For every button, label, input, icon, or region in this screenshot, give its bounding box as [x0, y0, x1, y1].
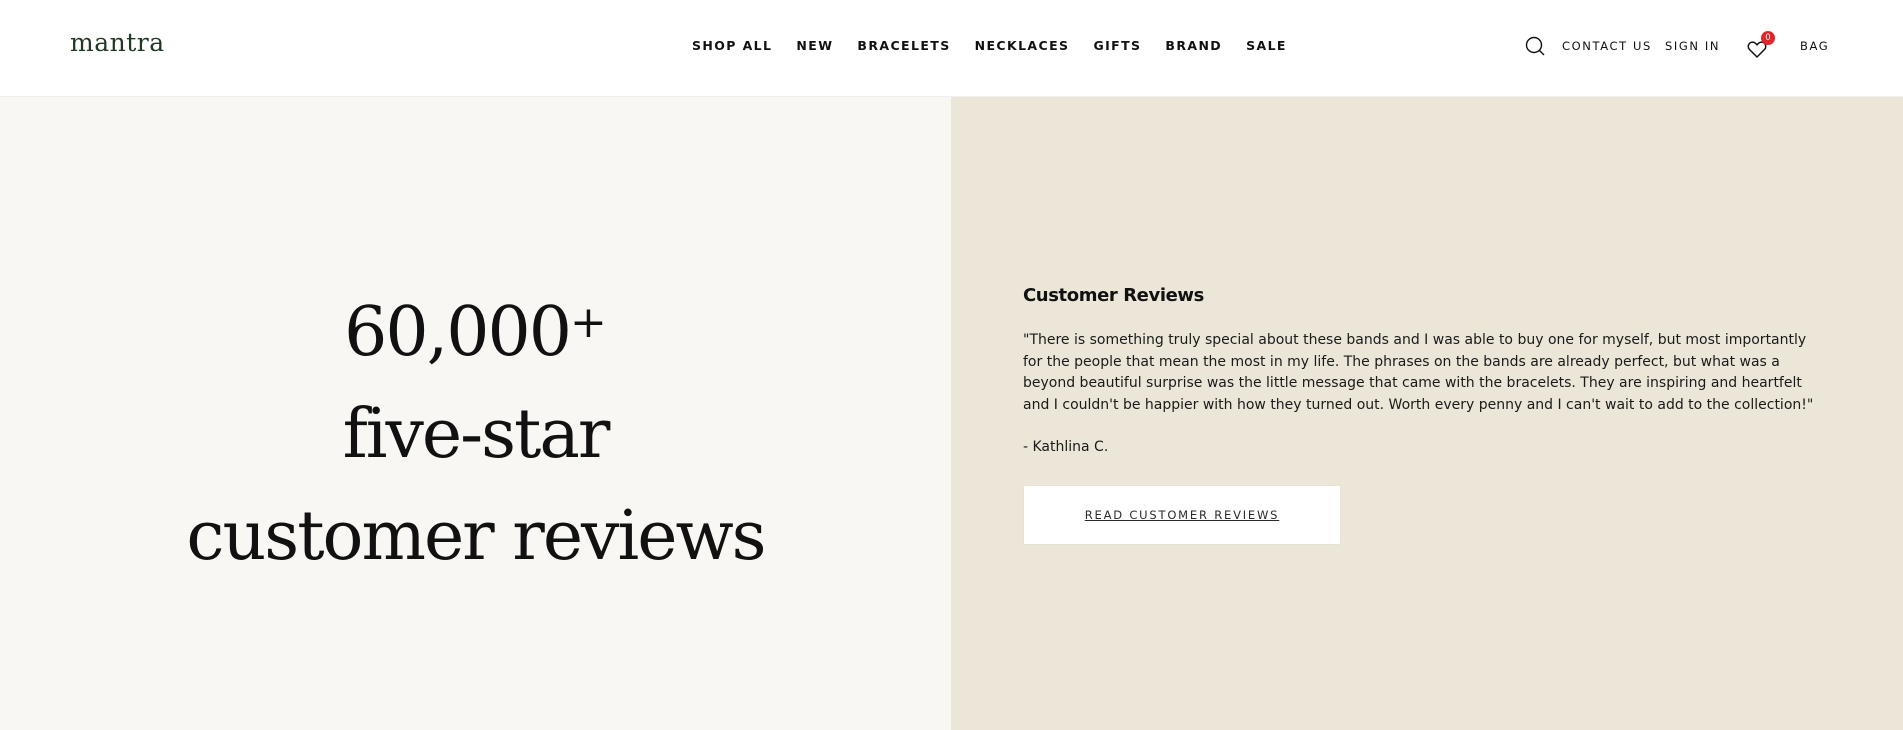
contact-us-link[interactable]: CONTACT US — [1562, 39, 1652, 53]
hero-line-reviews: customer reviews — [186, 497, 766, 576]
review-author: - Kathlina C. — [1023, 439, 1109, 455]
hero-headline: 60,000+ five-star customer reviews — [0, 272, 951, 588]
customer-review-panel: Customer Reviews "There is something tru… — [951, 97, 1903, 730]
nav-new[interactable]: NEW — [796, 38, 833, 53]
brand-logo[interactable]: mantra — [70, 28, 165, 57]
nav-necklaces[interactable]: NECKLACES — [975, 38, 1070, 53]
nav-bracelets[interactable]: BRACELETS — [857, 38, 950, 53]
hero-line-count: 60,000+ — [0, 272, 951, 384]
hero-count: 60,000 — [344, 293, 572, 372]
nav-sale[interactable]: SALE — [1246, 38, 1287, 53]
review-quote: "There is something truly special about … — [1023, 332, 1814, 413]
hero-count-plus: + — [570, 297, 607, 348]
wishlist-count-badge: 0 — [1761, 31, 1775, 45]
wishlist-button[interactable]: 0 — [1745, 31, 1775, 59]
search-icon[interactable] — [1523, 34, 1547, 58]
hero-line-rating: five-star — [342, 395, 611, 474]
bag-link[interactable]: BAG — [1800, 39, 1829, 53]
nav-brand[interactable]: BRAND — [1165, 38, 1222, 53]
read-reviews-button[interactable]: READ CUSTOMER REVIEWS — [1023, 485, 1341, 545]
sign-in-link[interactable]: SIGN IN — [1665, 39, 1720, 53]
reviews-hero-panel: 60,000+ five-star customer reviews — [0, 97, 951, 730]
nav-gifts[interactable]: GIFTS — [1093, 38, 1141, 53]
reviews-title: Customer Reviews — [1023, 285, 1204, 306]
utility-nav: CONTACT US SIGN IN 0 BAG — [1383, 31, 1903, 59]
site-header: mantra SHOP ALL NEW BRACELETS NECKLACES … — [0, 0, 1903, 97]
main-nav: SHOP ALL NEW BRACELETS NECKLACES GIFTS B… — [692, 38, 1311, 53]
nav-shop-all[interactable]: SHOP ALL — [692, 38, 772, 53]
